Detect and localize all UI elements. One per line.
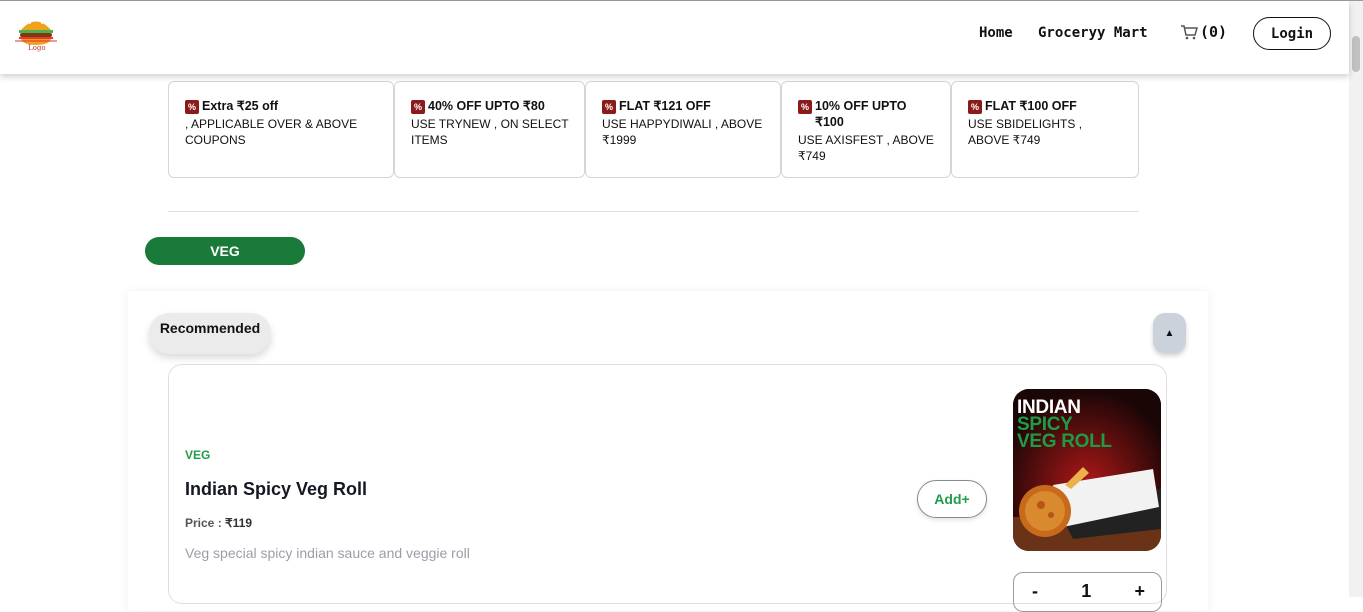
section-divider <box>168 211 1139 212</box>
increment-button[interactable]: + <box>1134 581 1145 602</box>
decrement-button[interactable]: - <box>1032 581 1038 602</box>
coupon-title: FLAT ₹100 OFF <box>985 99 1077 113</box>
quantity-value: 1 <box>1081 581 1092 601</box>
coupon-description: USE HAPPYDIWALI , ABOVE ₹1999 <box>602 117 763 147</box>
discount-icon: % <box>602 100 616 114</box>
nav-grocery-link[interactable]: Groceryy Mart <box>1038 25 1148 41</box>
coupon-card[interactable]: % FLAT ₹100 OFF USE SBIDELIGHTS , ABOVE … <box>951 81 1139 178</box>
logo-caption: Logo <box>28 44 46 52</box>
coupon-card[interactable]: % Extra ₹25 off , APPLICABLE OVER & ABOV… <box>168 81 394 178</box>
veg-tag: VEG <box>185 448 211 462</box>
scrollbar-track[interactable] <box>1349 1 1363 597</box>
image-caption-line: VEG ROLL <box>1017 431 1112 452</box>
image-caption: INDIAN SPICY VEG ROLL <box>1017 398 1112 452</box>
item-name: Indian Spicy Veg Roll <box>185 479 368 499</box>
cart-count: (0) <box>1200 23 1228 41</box>
price-value: ₹119 <box>225 516 253 530</box>
collapse-section-button[interactable]: ▲ <box>1153 313 1186 353</box>
item-description: Veg special spicy indian sauce and veggi… <box>185 545 470 561</box>
cart-button[interactable]: (0) <box>1180 23 1227 41</box>
coupon-description: USE TRYNEW , ON SELECT ITEMS <box>411 117 569 147</box>
coupon-title: 40% OFF UPTO ₹80 <box>428 99 545 113</box>
coupon-title: 10% OFF UPTO ₹100 <box>815 99 907 129</box>
discount-icon: % <box>968 100 982 114</box>
discount-icon: % <box>411 100 425 114</box>
coupon-title: Extra ₹25 off <box>202 99 279 113</box>
coupon-title: FLAT ₹121 OFF <box>619 99 711 113</box>
coupon-card[interactable]: % 40% OFF UPTO ₹80 USE TRYNEW , ON SELEC… <box>394 81 585 178</box>
cart-icon <box>1181 25 1198 40</box>
nav-home-link[interactable]: Home <box>979 25 1013 41</box>
section-title-recommended[interactable]: Recommended <box>149 313 271 354</box>
login-button[interactable]: Login <box>1253 17 1331 50</box>
top-header: Logo Home Groceryy Mart (0) Login <box>0 1 1349 74</box>
price-label: Price : <box>185 516 226 530</box>
coupon-description: , APPLICABLE OVER & ABOVE COUPONS <box>185 117 358 147</box>
add-to-cart-button[interactable]: Add+ <box>917 480 987 518</box>
coupon-description: USE AXISFEST , ABOVE ₹749 <box>798 133 934 163</box>
coupon-description: USE SBIDELIGHTS , ABOVE ₹749 <box>968 117 1083 147</box>
item-image: INDIAN SPICY VEG ROLL <box>1013 389 1161 551</box>
veg-filter-button[interactable]: VEG <box>145 237 305 265</box>
coupon-card[interactable]: % FLAT ₹121 OFF USE HAPPYDIWALI , ABOVE … <box>585 81 781 178</box>
discount-icon: % <box>185 100 199 114</box>
caret-up-icon: ▲ <box>1164 327 1175 339</box>
coupon-card[interactable]: % 10% OFF UPTO ₹100 USE AXISFEST , ABOVE… <box>781 81 951 178</box>
quantity-stepper: - 1 + <box>1013 572 1162 612</box>
item-price: Price : ₹119 <box>185 516 252 530</box>
scrollbar-thumb[interactable] <box>1352 36 1360 72</box>
discount-icon: % <box>798 100 812 114</box>
